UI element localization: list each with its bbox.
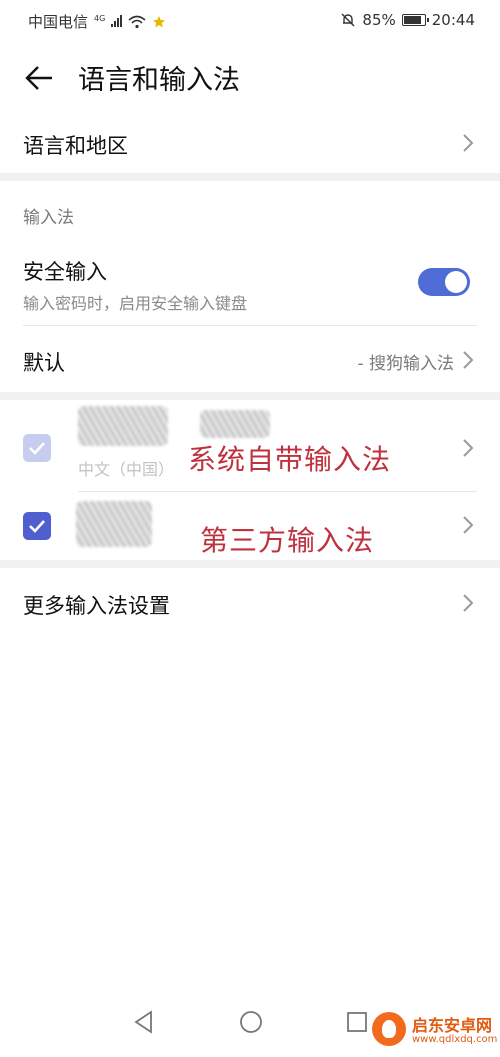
section-title-input: 输入法 <box>23 208 74 228</box>
bell-muted-icon <box>341 13 355 27</box>
keyboard-item-system[interactable]: 中文（中国） 系统自带输入法 <box>0 402 500 490</box>
keyboard-subtitle: 中文（中国） <box>78 460 175 479</box>
divider <box>78 491 477 492</box>
carrier-label: 中国电信 <box>28 13 89 31</box>
more-input-settings-item[interactable]: 更多输入法设置 <box>0 578 500 628</box>
chevron-right-icon <box>462 515 474 535</box>
secure-input-label: 安全输入 <box>23 260 107 284</box>
page-title: 语言和输入法 <box>78 65 240 96</box>
star-notification-icon <box>153 15 166 27</box>
keyboard-item-third-party[interactable]: 第三方输入法 <box>0 495 500 557</box>
battery-percent: 85% <box>362 11 396 29</box>
annotation-third-party-input: 第三方输入法 <box>200 524 375 557</box>
status-right: 85% 20:44 <box>340 11 475 29</box>
battery-icon <box>401 14 429 26</box>
wifi-icon <box>128 15 146 28</box>
chevron-right-icon <box>462 350 474 370</box>
redacted-area <box>76 501 152 547</box>
default-label: 默认 <box>23 351 65 375</box>
back-button[interactable] <box>22 60 58 96</box>
keyboard-checkbox[interactable] <box>23 434 51 462</box>
checkmark-icon <box>29 520 45 533</box>
square-recents-icon <box>347 1012 367 1032</box>
status-left: 中国电信 4G <box>28 11 166 32</box>
default-value: - 搜狗输入法 <box>357 354 454 374</box>
redacted-area <box>78 406 168 446</box>
site-watermark: 启东安卓网 www.qdlxdq.com <box>372 1008 497 1054</box>
section-gap <box>0 173 500 181</box>
clock: 20:44 <box>431 11 475 29</box>
toggle-knob <box>445 271 467 293</box>
signal-icon: 4G <box>94 13 123 31</box>
chevron-right-icon <box>462 593 474 613</box>
watermark-name: 启东安卓网 <box>412 1016 493 1035</box>
triangle-back-icon <box>134 1010 152 1034</box>
app-header: 语言和输入法 <box>0 50 500 106</box>
status-bar: 中国电信 4G 85% 20:44 <box>0 0 500 40</box>
watermark-logo-icon <box>372 1012 406 1046</box>
redacted-area <box>200 410 270 438</box>
more-settings-label: 更多输入法设置 <box>23 594 170 618</box>
arrow-left-icon <box>25 66 52 90</box>
checkmark-icon <box>29 442 45 455</box>
nav-home-button[interactable] <box>236 1007 266 1037</box>
nav-recents-button[interactable] <box>342 1007 372 1037</box>
language-region-item[interactable]: 语言和地区 <box>0 118 500 168</box>
annotation-system-input: 系统自带输入法 <box>188 443 392 476</box>
secure-input-toggle[interactable] <box>418 268 470 296</box>
divider <box>23 325 477 326</box>
default-input-item[interactable]: 默认 - 搜狗输入法 <box>0 335 500 385</box>
network-type: 4G <box>94 13 106 23</box>
chevron-right-icon <box>462 133 474 153</box>
secure-input-description: 输入密码时，启用安全输入键盘 <box>23 294 248 313</box>
nav-back-button[interactable] <box>130 1007 160 1037</box>
section-gap <box>0 560 500 568</box>
chevron-right-icon <box>462 438 474 458</box>
circle-home-icon <box>240 1011 262 1033</box>
language-region-label: 语言和地区 <box>23 134 128 158</box>
watermark-url: www.qdlxdq.com <box>412 1034 498 1045</box>
keyboard-checkbox[interactable] <box>23 512 51 540</box>
section-gap <box>0 392 500 400</box>
secure-input-item[interactable]: 安全输入 输入密码时，启用安全输入键盘 <box>0 250 500 320</box>
